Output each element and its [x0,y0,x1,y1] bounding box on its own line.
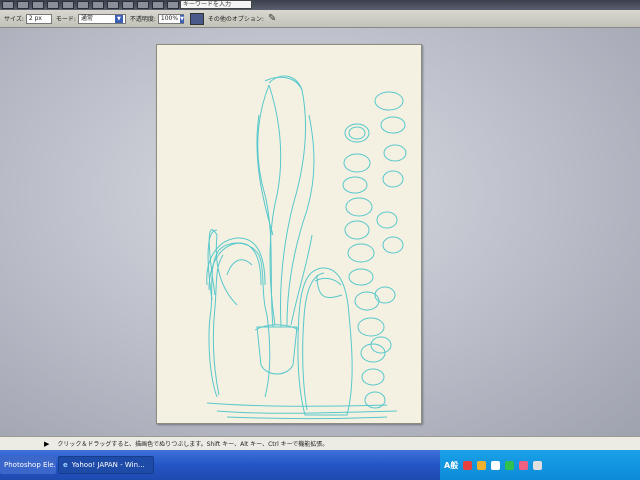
tray-icon[interactable] [519,460,529,470]
ime-indicator[interactable]: A般 [444,460,458,471]
tray-icon[interactable] [533,460,543,470]
keyword-search-input[interactable]: キーワードを入力 [180,0,252,9]
tray-icon[interactable] [477,460,487,470]
opacity-label: 不透明度: [129,16,156,23]
status-text: クリック＆ドラッグすると、描画色でぬりつぶします。Shift キー、Alt キー… [57,441,329,448]
toolbar-button[interactable] [152,1,164,9]
other-options-label: その他のオプション: [207,16,264,23]
taskbar: Photoshop Ele... e Yahoo! JAPAN - Win...… [0,450,640,480]
toolbar-button[interactable] [107,1,119,9]
toolbar-button[interactable] [167,1,179,9]
tool-options-bar: サイズ: 2 px モード: 通常 ▼ 不透明度: 100% ▼ その他のオプシ… [0,10,640,28]
size-label: サイズ: [4,16,24,23]
toolbar-button[interactable] [122,1,134,9]
drawing-canvas[interactable] [156,44,422,424]
size-field[interactable]: 2 px [25,13,52,24]
opacity-field[interactable]: 100% ▼ [157,13,184,24]
tray-icon[interactable] [491,460,501,470]
taskbar-item-photoshop[interactable]: Photoshop Ele... [0,456,56,474]
chevron-down-icon[interactable]: ▼ [180,14,184,23]
toolbar-button[interactable] [77,1,89,9]
system-tray: A般 [440,450,640,480]
mode-value: 通常 [80,15,93,22]
brush-tool-icon[interactable] [189,12,204,25]
workspace [0,28,640,438]
tray-icon[interactable] [463,460,473,470]
mode-select[interactable]: 通常 ▼ [77,13,126,24]
tray-icon[interactable] [505,460,515,470]
toolbar-button[interactable] [62,1,74,9]
toolbar-button[interactable] [2,1,14,9]
opacity-value: 100% [160,15,179,22]
toolbar-button[interactable] [92,1,104,9]
toolbar-button[interactable] [47,1,59,9]
taskbar-item-yahoo[interactable]: e Yahoo! JAPAN - Win... [58,456,154,474]
taskbar-item-label: Yahoo! JAPAN - Win... [71,461,145,469]
chevron-down-icon[interactable]: ▼ [114,14,123,23]
toolbar-button[interactable] [137,1,149,9]
status-bar: ▶ クリック＆ドラッグすると、描画色でぬりつぶします。Shift キー、Alt … [0,436,640,450]
browser-icon: e [63,461,68,469]
play-arrow-icon[interactable]: ▶ [44,440,49,448]
taskbar-item-label: Photoshop Ele... [4,461,56,469]
mode-label: モード: [55,16,76,23]
sketch-drawing [206,75,407,419]
size-value: 2 px [28,15,42,22]
pen-icon[interactable]: ✎ [268,13,276,24]
toolbar-button[interactable] [32,1,44,9]
top-toolbar: キーワードを入力 [0,0,640,10]
toolbar-button[interactable] [17,1,29,9]
